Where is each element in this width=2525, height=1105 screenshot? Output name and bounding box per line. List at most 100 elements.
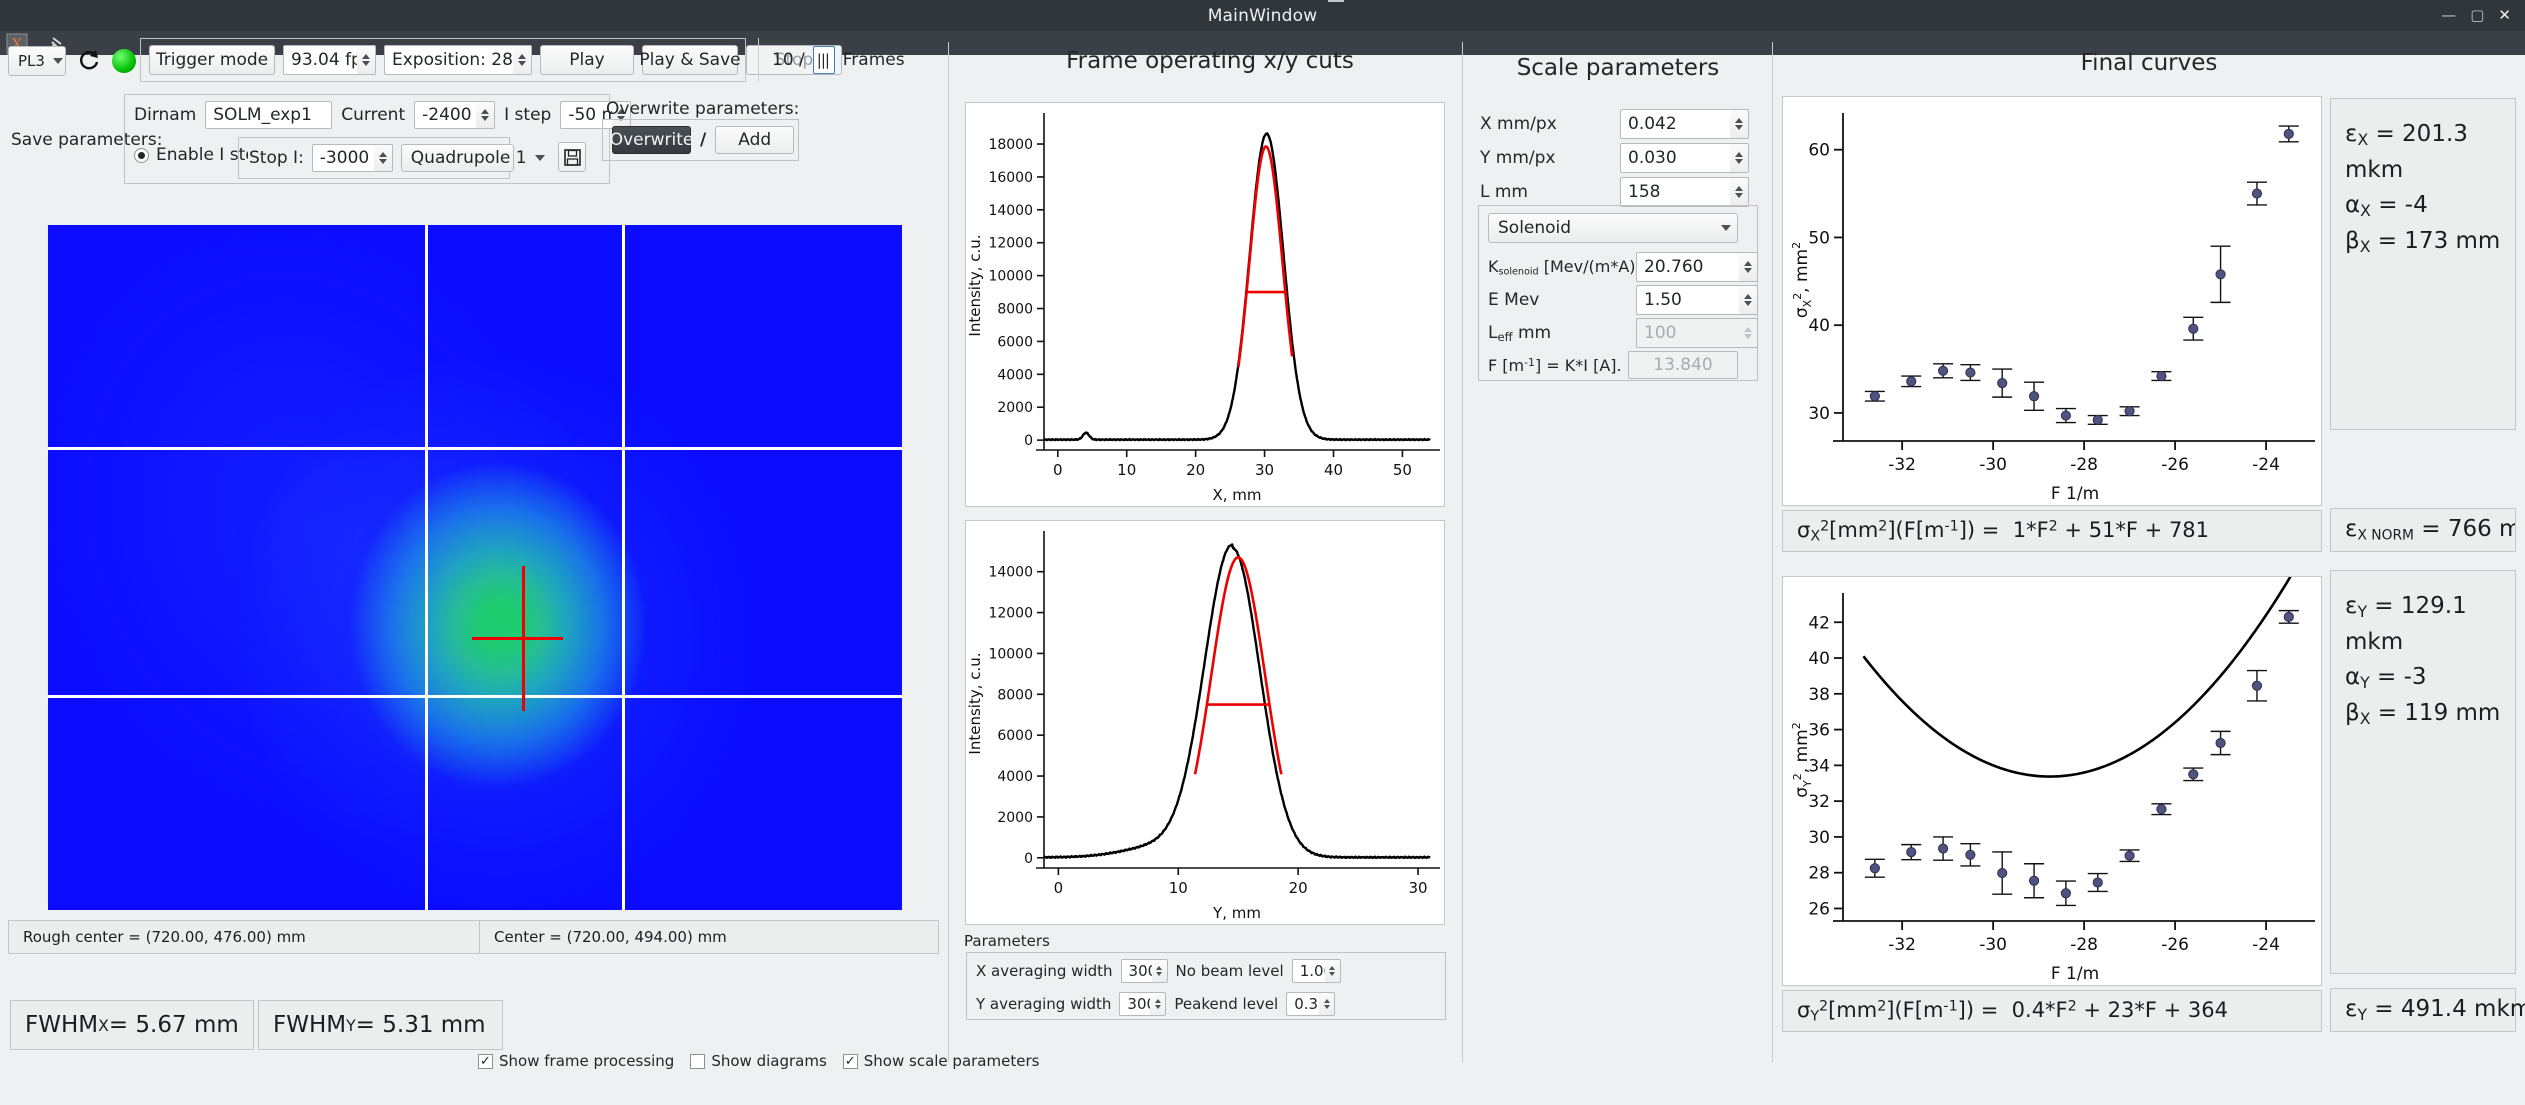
e-mev-spin-buttons[interactable] (1739, 285, 1758, 315)
peakend-spin-buttons[interactable] (1319, 992, 1336, 1016)
svg-text:-26: -26 (2161, 935, 2189, 955)
y-averaging-width-stepper[interactable]: 300 (1119, 992, 1167, 1016)
grid-line-v1 (425, 225, 428, 910)
panel-divider-3[interactable] (1772, 42, 1773, 1062)
view-toggles: ✓ Show frame processing Show diagrams ✓ … (478, 1052, 1039, 1070)
k-solenoid-stepper[interactable]: 20.760 (1636, 252, 1758, 282)
k-solenoid-value[interactable]: 20.760 (1636, 252, 1739, 282)
x-mm-px-spin-buttons[interactable] (1730, 109, 1749, 139)
panel-divider-2[interactable] (1462, 42, 1463, 1062)
x-averaging-width-value[interactable]: 300 (1120, 959, 1152, 983)
overwrite-separator: / (700, 130, 707, 150)
check-mark-icon: ✓ (842, 1053, 858, 1069)
x-mm-px-value[interactable]: 0.042 (1620, 109, 1730, 139)
current-value[interactable]: -2400 mA (414, 101, 477, 129)
parameters-label: Parameters (964, 932, 1050, 950)
y-cut-chart: 0 2000 4000 6000 8000 10000 12000 14000 0 10 20 30 Y… (965, 520, 1445, 925)
l-mm-value[interactable]: 158 (1620, 177, 1730, 207)
x-avg-row: X averaging width 300 No beam level 1.00 (976, 959, 1341, 983)
dirnam-input[interactable]: SOLM_exp1 (205, 101, 333, 129)
peakend-level-stepper[interactable]: 0.30 (1286, 992, 1336, 1016)
stopi-label: Stop I: (249, 148, 304, 168)
minimize-icon[interactable]: — (2441, 8, 2456, 23)
element-select[interactable]: Solenoid (1488, 213, 1738, 243)
stopi-value[interactable]: -3000 mA (311, 144, 374, 172)
camera-select[interactable]: PL3 (8, 46, 66, 76)
x-cut-chart: 0 2000 4000 6000 8000 10000 12000 14000 16000 180… (965, 102, 1445, 507)
frames-input[interactable]: ||| (812, 46, 835, 74)
x-mm-px-stepper[interactable]: 0.042 (1620, 109, 1749, 139)
svg-text:40: 40 (1324, 461, 1343, 479)
svg-text:50: 50 (1393, 461, 1412, 479)
panel-divider-1[interactable] (948, 42, 949, 1062)
play-button[interactable]: Play (540, 45, 634, 75)
epsilon-x-norm-result: εX NORM = 766 mkm (2345, 516, 2515, 544)
svg-text:10: 10 (1169, 879, 1188, 897)
y-mm-px-spin-buttons[interactable] (1730, 143, 1749, 173)
svg-text:2000: 2000 (997, 400, 1033, 416)
svg-text:8000: 8000 (997, 687, 1033, 703)
window-controls: — ▢ ✕ (2441, 0, 2517, 31)
refresh-icon[interactable] (76, 48, 102, 74)
svg-text:60: 60 (1808, 141, 1830, 161)
current-stepper[interactable]: -2400 mA (414, 101, 496, 129)
add-button[interactable]: Add (715, 126, 795, 154)
svg-text:Intensity, c.u.: Intensity, c.u. (966, 652, 984, 754)
close-icon[interactable]: ✕ (2498, 8, 2511, 23)
play-save-button[interactable]: Play & Save (639, 45, 741, 75)
checkbox-show-scale-parameters[interactable]: ✓ Show scale parameters (842, 1052, 1040, 1070)
exposition-spin-buttons[interactable] (513, 45, 532, 75)
leff-spin-buttons (1739, 318, 1758, 348)
l-mm-spin-buttons[interactable] (1730, 177, 1749, 207)
save-parameters-row1: Dirnam SOLM_exp1 Current -2400 mA I step… (134, 101, 632, 129)
current-label: Current (341, 105, 406, 125)
e-mev-value[interactable]: 1.50 (1636, 285, 1739, 315)
radio-icon[interactable] (134, 147, 149, 163)
y-mm-px-value[interactable]: 0.030 (1620, 143, 1730, 173)
checkbox-show-scale-parameters-label: Show scale parameters (863, 1052, 1040, 1070)
maximize-icon[interactable]: ▢ (2470, 8, 2484, 23)
y-averaging-width-label: Y averaging width (976, 995, 1112, 1013)
fps-spin-buttons[interactable] (357, 45, 376, 75)
checkbox-show-diagrams[interactable]: Show diagrams (690, 1052, 827, 1070)
y-mm-px-label: Y mm/px (1480, 148, 1556, 168)
peakend-level-value[interactable]: 0.30 (1286, 992, 1320, 1016)
magnet-select[interactable]: Quadrupole 1 (400, 144, 545, 172)
svg-text:16000: 16000 (988, 170, 1033, 186)
beam-frame-image[interactable] (48, 225, 902, 910)
sigma-y-fit-formula: σY2[mm2](F[m-1]) = 0.4*F2 + 23*F + 364 (1782, 990, 2322, 1032)
save-button[interactable] (558, 142, 586, 172)
y-avg-spin-buttons[interactable] (1150, 992, 1167, 1016)
no-beam-level-value[interactable]: 1.00 (1291, 959, 1325, 983)
cuts-panel-title: Frame operating x/y cuts (1066, 48, 1354, 74)
current-spin-buttons[interactable] (476, 101, 496, 129)
overwrite-button[interactable]: Overwrite (610, 126, 693, 154)
stopi-stepper[interactable]: -3000 mA (311, 144, 393, 172)
leff-value: 100 (1636, 318, 1739, 348)
exposition-stepper[interactable]: Exposition: 280mks (384, 45, 532, 75)
svg-text:40: 40 (1808, 316, 1830, 336)
enable-istep-radio[interactable]: Enable I stepping (134, 145, 248, 165)
y-mm-px-stepper[interactable]: 0.030 (1620, 143, 1749, 173)
svg-text:38: 38 (1808, 685, 1830, 705)
fps-value[interactable]: 93.04 fps (283, 45, 357, 75)
checkbox-show-frame-processing[interactable]: ✓ Show frame processing (478, 1052, 674, 1070)
leff-row: Leff mm 100 (1488, 318, 1758, 348)
no-beam-level-stepper[interactable]: 1.00 (1291, 959, 1341, 983)
fps-stepper[interactable]: 93.04 fps (283, 45, 376, 75)
x-results-box: εX = 201.3 mkm αX = -4 βX = 173 mm (2330, 98, 2516, 430)
stopi-spin-buttons[interactable] (373, 144, 393, 172)
x-averaging-width-stepper[interactable]: 300 (1120, 959, 1168, 983)
scale-panel-title: Scale parameters (1516, 55, 1720, 81)
l-mm-stepper[interactable]: 158 (1620, 177, 1749, 207)
y-averaging-width-value[interactable]: 300 (1119, 992, 1151, 1016)
svg-text:Y, mm: Y, mm (1212, 904, 1261, 922)
trigger-mode-button[interactable]: Trigger mode (149, 45, 275, 75)
no-beam-spin-buttons[interactable] (1324, 959, 1341, 983)
x-avg-spin-buttons[interactable] (1151, 959, 1168, 983)
exposition-value[interactable]: Exposition: 280mks (384, 45, 513, 75)
k-solenoid-spin-buttons[interactable] (1739, 252, 1758, 282)
e-mev-stepper[interactable]: 1.50 (1636, 285, 1758, 315)
frames-label: Frames (842, 50, 905, 70)
y-mm-px-row: Y mm/px 0.030 (1480, 142, 1760, 174)
